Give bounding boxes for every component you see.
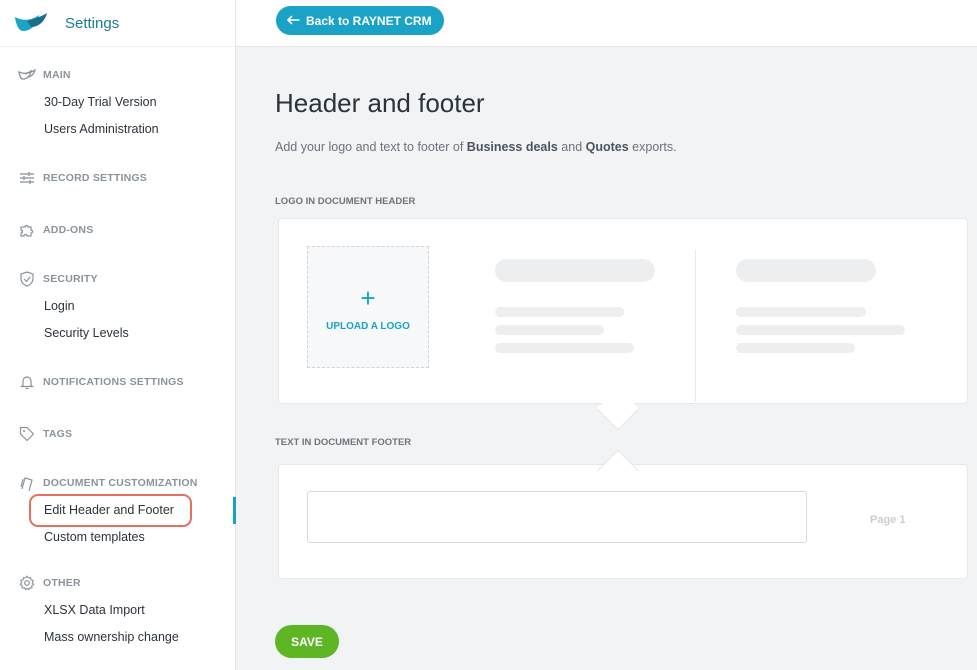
sidebar-item-users-administration[interactable]: Users Administration [44, 122, 159, 136]
section-label: DOCUMENT CUSTOMIZATION [43, 477, 198, 489]
tag-icon [18, 425, 36, 443]
desc-text: exports. [628, 140, 677, 154]
page-number-label: Page 1 [870, 514, 906, 526]
section-header-tags[interactable]: TAGS [0, 425, 236, 443]
shield-check-icon [18, 270, 36, 288]
sidebar-item-custom-templates[interactable]: Custom templates [44, 530, 145, 544]
section-label: ADD-ONS [43, 224, 94, 236]
bell-icon [18, 373, 36, 391]
back-button-label: Back to RAYNET CRM [306, 13, 432, 28]
active-indicator [233, 497, 236, 524]
save-button[interactable]: SAVE [275, 625, 339, 658]
section-label: NOTIFICATIONS SETTINGS [43, 376, 184, 388]
section-add-ons[interactable]: ADD-ONS [0, 221, 236, 239]
placeholder-line [495, 343, 634, 353]
section-label: SECURITY [43, 273, 98, 285]
section-label: OTHER [43, 577, 81, 589]
section-header-add-ons[interactable]: ADD-ONS [0, 221, 236, 239]
section-tags[interactable]: TAGS [0, 425, 236, 443]
placeholder-line [495, 307, 624, 317]
section-header-security: SECURITY [0, 270, 236, 288]
section-security: SECURITY [0, 270, 236, 288]
arrow-left-icon [286, 14, 300, 28]
gear-icon [18, 574, 36, 592]
page-title: Header and footer [275, 88, 485, 118]
footer-text-input[interactable] [307, 491, 807, 543]
section-main: MAIN [0, 66, 236, 84]
desc-bold-quotes: Quotes [585, 140, 629, 154]
section-header-main: MAIN [0, 66, 236, 84]
sliders-icon [18, 169, 36, 187]
section-header-document-customization: DOCUMENT CUSTOMIZATION [0, 474, 236, 492]
placeholder-line [736, 343, 855, 353]
plus-icon: + [360, 282, 376, 313]
section-document-customization: DOCUMENT CUSTOMIZATION [0, 474, 236, 492]
desc-bold-business-deals: Business deals [466, 140, 558, 154]
raynet-logo-icon [15, 13, 47, 31]
settings-title: Settings [65, 14, 120, 32]
placeholder-line [495, 259, 655, 282]
section-other: OTHER [0, 574, 236, 592]
sidebar-item-login[interactable]: Login [44, 299, 75, 313]
upload-logo-button[interactable]: + UPLOAD A LOGO [307, 246, 429, 368]
section-label: TAGS [43, 428, 73, 440]
brand-header[interactable]: Settings [0, 0, 235, 47]
footer-section-label: TEXT IN DOCUMENT FOOTER [275, 437, 412, 448]
placeholder-line [736, 307, 866, 317]
section-header-record-settings[interactable]: RECORD SETTINGS [0, 169, 236, 187]
desc-text: and [557, 140, 586, 154]
placeholder-line [736, 325, 905, 335]
placeholder-line [495, 325, 604, 335]
desc-text: Add your logo and text to footer of [275, 140, 467, 154]
puzzle-icon [18, 221, 36, 239]
sidebar-item-trial[interactable]: 30-Day Trial Version [44, 95, 157, 109]
section-header-notifications[interactable]: NOTIFICATIONS SETTINGS [0, 373, 236, 391]
sidebar-item-mass-ownership[interactable]: Mass ownership change [44, 630, 179, 644]
placeholder-line [736, 259, 876, 282]
sidebar-item-xlsx-import[interactable]: XLSX Data Import [44, 603, 145, 617]
section-record-settings[interactable]: RECORD SETTINGS [0, 169, 236, 187]
highlight-annotation [29, 494, 192, 527]
back-to-crm-button[interactable]: Back to RAYNET CRM [276, 6, 444, 35]
raynet-logo-icon [18, 66, 36, 84]
sidebar-item-security-levels[interactable]: Security Levels [44, 326, 129, 340]
sidebar: Settings MAIN 30-Day Trial Version Users… [0, 0, 236, 670]
section-notifications[interactable]: NOTIFICATIONS SETTINGS [0, 373, 236, 391]
upload-logo-label: UPLOAD A LOGO [326, 320, 410, 332]
section-label: MAIN [43, 69, 71, 81]
header-section-label: LOGO IN DOCUMENT HEADER [275, 196, 416, 207]
section-label: RECORD SETTINGS [43, 172, 147, 184]
top-bar: Back to RAYNET CRM [236, 0, 977, 47]
document-icon [18, 474, 36, 492]
section-header-other: OTHER [0, 574, 236, 592]
preview-divider [695, 250, 696, 402]
page-description: Add your logo and text to footer of Busi… [275, 140, 677, 154]
